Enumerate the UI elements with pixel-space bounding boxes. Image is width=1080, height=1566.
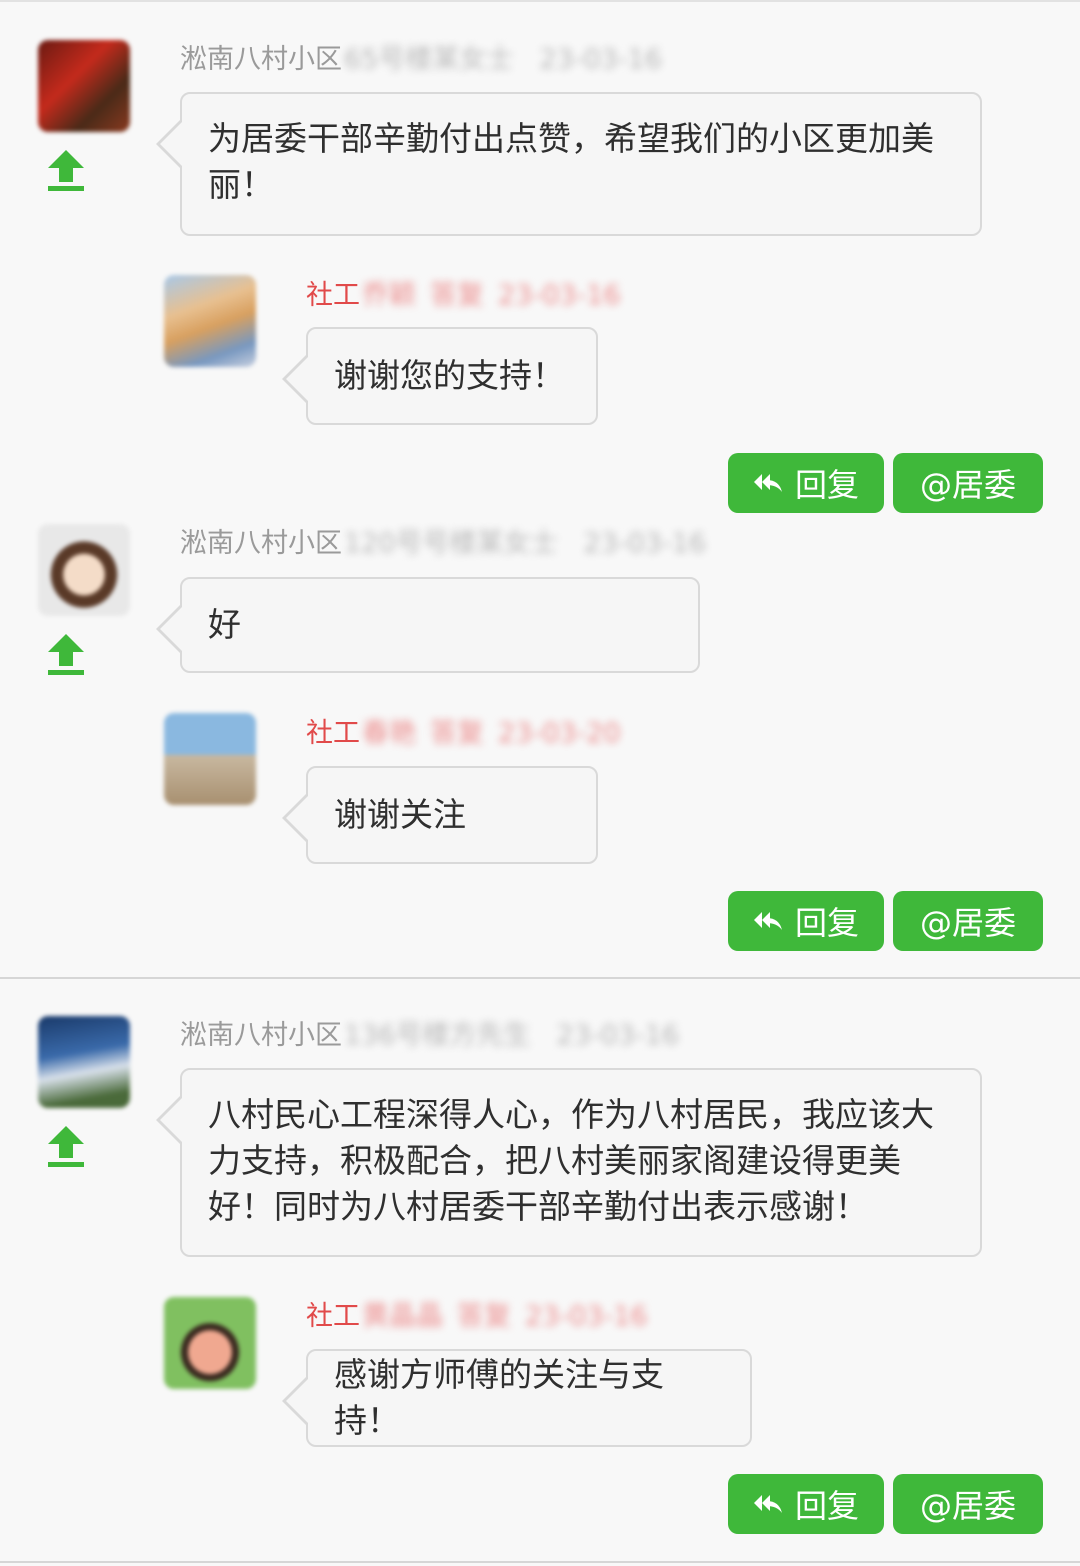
reply-button[interactable]: 回复 [728, 891, 884, 951]
reply-arrow-icon [753, 1493, 783, 1515]
staff-name: 黄晶晶 [362, 1301, 443, 1332]
user-avatar[interactable] [38, 1016, 130, 1108]
reply-button[interactable]: 回复 [728, 1474, 884, 1534]
top-border [0, 0, 1080, 2]
reply-button-label: 回复 [794, 904, 859, 942]
user-avatar[interactable] [38, 524, 130, 616]
comment-bubble: 八村民心工程深得人心，作为八村居民，我应该大力支持，积极配合，把八村美丽家阁建设… [156, 1068, 982, 1257]
reply-date: 23-03-20 [498, 718, 621, 749]
reply-bubble: 感谢方师傅的关注与支持！ [282, 1349, 752, 1447]
reply-date: 23-03-16 [525, 1301, 648, 1332]
commenter-name: 65号楼某女士 [344, 44, 514, 75]
comment-text: 好 [208, 605, 241, 644]
reply-tag: 答复 [430, 718, 484, 749]
at-committee-button[interactable]: @居委 [893, 891, 1043, 951]
thread-divider [0, 977, 1080, 979]
reply-bubble: 谢谢关注 [282, 766, 598, 864]
reply-meta: 社工黄晶晶 答复 23-03-16 [306, 1299, 648, 1335]
commenter-name: 136号楼方先生 [344, 1020, 531, 1051]
community-name: 淞南八村小区 [180, 528, 342, 559]
community-name: 淞南八村小区 [180, 1020, 342, 1051]
upvote-icon[interactable] [48, 1126, 84, 1168]
staff-avatar[interactable] [164, 275, 256, 367]
reply-text: 谢谢关注 [334, 795, 466, 834]
reply-tag: 答复 [430, 280, 484, 311]
at-committee-button[interactable]: @居委 [893, 453, 1043, 513]
comment-text: 八村民心工程深得人心，作为八村居民，我应该大力支持，积极配合，把八村美丽家阁建设… [208, 1095, 934, 1226]
comment-text: 为居委干部辛勤付出点赞，希望我们的小区更加美丽！ [208, 119, 934, 204]
user-avatar[interactable] [38, 40, 130, 132]
upvote-icon[interactable] [48, 634, 84, 676]
community-name: 淞南八村小区 [180, 44, 342, 75]
comment-bubble: 好 [156, 577, 700, 673]
reply-meta: 社工春艳 答复 23-03-20 [306, 716, 621, 752]
reply-text: 谢谢您的支持！ [334, 356, 565, 395]
at-committee-label: @居委 [919, 904, 1016, 942]
reply-button-label: 回复 [794, 1487, 859, 1525]
staff-avatar[interactable] [164, 713, 256, 805]
at-committee-button[interactable]: @居委 [893, 1474, 1043, 1534]
reply-tag: 答复 [457, 1301, 511, 1332]
staff-name: 乔颖 [362, 280, 416, 311]
reply-meta: 社工乔颖 答复 23-03-16 [306, 278, 621, 314]
reply-role: 社工 [306, 280, 360, 311]
comment-meta: 淞南八村小区120号号楼某女士 23-03-16 [180, 526, 706, 562]
comment-date: 23-03-16 [556, 1020, 680, 1051]
bottom-border [0, 1561, 1080, 1563]
at-committee-label: @居委 [919, 466, 1016, 504]
reply-button[interactable]: 回复 [728, 453, 884, 513]
reply-arrow-icon [753, 472, 783, 494]
upvote-icon[interactable] [48, 150, 84, 192]
reply-arrow-icon [753, 910, 783, 932]
comment-meta: 淞南八村小区65号楼某女士 23-03-16 [180, 42, 662, 78]
reply-role: 社工 [306, 1301, 360, 1332]
reply-text: 感谢方师傅的关注与支持！ [334, 1355, 664, 1440]
comment-bubble: 为居委干部辛勤付出点赞，希望我们的小区更加美丽！ [156, 92, 982, 236]
comment-date: 23-03-16 [539, 44, 662, 75]
reply-date: 23-03-16 [498, 280, 621, 311]
reply-role: 社工 [306, 718, 360, 749]
at-committee-label: @居委 [919, 1487, 1016, 1525]
staff-avatar[interactable] [164, 1297, 256, 1389]
reply-button-label: 回复 [794, 466, 859, 504]
commenter-name: 120号号楼某女士 [344, 528, 558, 559]
staff-name: 春艳 [362, 718, 416, 749]
reply-bubble: 谢谢您的支持！ [282, 327, 598, 425]
comment-date: 23-03-16 [583, 528, 707, 559]
comment-meta: 淞南八村小区136号楼方先生 23-03-16 [180, 1018, 679, 1054]
